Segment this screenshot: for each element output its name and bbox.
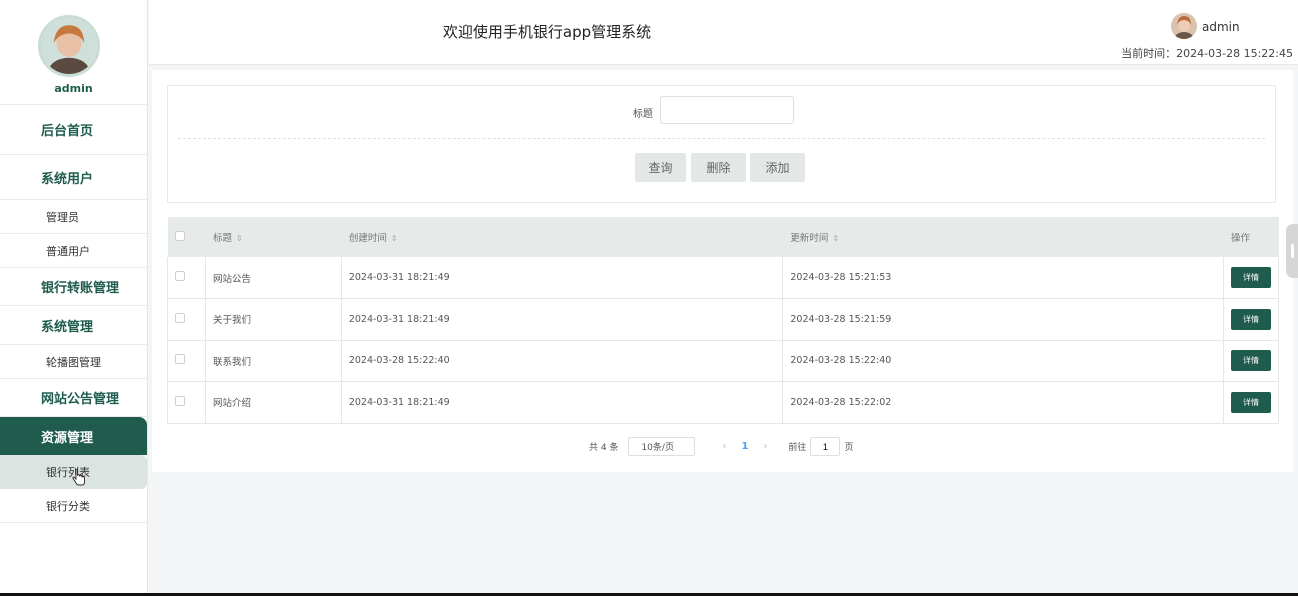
- detail-button[interactable]: 详情: [1230, 350, 1271, 372]
- header-created[interactable]: 创建时间 ⇕: [341, 217, 784, 257]
- sidebar-item-carousel[interactable]: 轮播图管理: [0, 345, 147, 379]
- header-created-label: 创建时间: [348, 233, 387, 244]
- table-row: 关于我们 2024-03-31 18:21:49 2024-03-28 15:2…: [167, 298, 1280, 341]
- sidebar-item-system-users[interactable]: 系统用户: [0, 155, 147, 200]
- search-form: 标题 查询 删除 添加: [167, 85, 1276, 203]
- query-button[interactable]: 查询: [635, 153, 686, 182]
- page-number-current[interactable]: 1: [741, 441, 748, 452]
- avatar[interactable]: [38, 15, 100, 77]
- row-updated: 2024-03-28 15:21:53: [782, 257, 1224, 299]
- main-panel: 标题 查询 删除 添加 标题 ⇕ 创建时间 ⇕ 更新时间 ⇕ 操作 网站公告 2024…: [152, 70, 1293, 472]
- header-title[interactable]: 标题 ⇕: [205, 217, 342, 257]
- header-updated[interactable]: 更新时间 ⇕: [782, 217, 1224, 257]
- select-all-checkbox[interactable]: [174, 230, 185, 241]
- sidebar-profile: admin: [0, 0, 147, 105]
- search-label: 标题: [633, 109, 653, 120]
- detail-button[interactable]: 详情: [1230, 391, 1271, 413]
- header-operation: 操作: [1223, 217, 1280, 257]
- pagination: 共 4 条 10条/页 ‹ 1 › 前往 页: [589, 437, 853, 456]
- row-action-cell: 详情: [1223, 298, 1280, 341]
- delete-button[interactable]: 删除: [691, 153, 746, 182]
- goto-page-input[interactable]: [810, 437, 841, 456]
- sort-caret-icon[interactable]: ⇕: [236, 234, 243, 243]
- sort-caret-icon[interactable]: ⇕: [832, 234, 839, 243]
- header-avatar[interactable]: [1171, 13, 1197, 39]
- row-title: 网站介绍: [205, 381, 342, 424]
- chevron-left-icon[interactable]: ‹: [722, 441, 726, 452]
- data-table: 标题 ⇕ 创建时间 ⇕ 更新时间 ⇕ 操作 网站公告 2024-03-31 18:21…: [167, 217, 1280, 424]
- current-time: 当前时间：2024-03-28 15:22:45: [1121, 47, 1293, 60]
- side-scroll-handle[interactable]: [1286, 224, 1298, 278]
- pager-total: 共 4 条: [589, 443, 619, 453]
- sidebar-item-system-manage[interactable]: 系统管理: [0, 306, 147, 345]
- header-title-label: 标题: [212, 233, 232, 244]
- header-username[interactable]: admin: [1202, 20, 1240, 34]
- sidebar-item-resource[interactable]: 资源管理: [0, 417, 147, 455]
- row-created: 2024-03-28 15:22:40: [341, 340, 784, 382]
- row-checkbox[interactable]: [175, 312, 185, 323]
- row-created: 2024-03-31 18:21:49: [341, 257, 784, 299]
- sidebar-item-bank-list[interactable]: 银行列表: [0, 455, 147, 489]
- row-checkbox-cell: [167, 381, 206, 424]
- sidebar-username: admin: [54, 82, 93, 95]
- row-title: 网站公告: [205, 257, 342, 299]
- sidebar: admin 后台首页 系统用户 管理员 普通用户 银行转账管理 系统管理 轮播图…: [0, 0, 148, 593]
- sidebar-item-admin[interactable]: 管理员: [0, 200, 147, 234]
- detail-button[interactable]: 详情: [1230, 267, 1271, 288]
- chevron-right-icon[interactable]: ›: [763, 441, 767, 452]
- row-updated: 2024-03-28 15:21:59: [782, 298, 1224, 341]
- row-updated: 2024-03-28 15:22:40: [782, 340, 1224, 382]
- row-checkbox-cell: [167, 257, 206, 299]
- row-checkbox[interactable]: [175, 354, 185, 365]
- page-title: 欢迎使用手机银行app管理系统: [442, 23, 652, 41]
- row-updated: 2024-03-28 15:22:02: [782, 381, 1224, 424]
- sort-caret-icon[interactable]: ⇕: [391, 234, 398, 243]
- sidebar-item-normal-user[interactable]: 普通用户: [0, 234, 147, 268]
- goto-label: 前往: [788, 443, 807, 453]
- row-created: 2024-03-31 18:21:49: [341, 298, 784, 341]
- sidebar-item-bank-transfer[interactable]: 银行转账管理: [0, 268, 147, 306]
- row-checkbox-cell: [167, 298, 206, 341]
- row-title: 关于我们: [205, 298, 342, 341]
- table-row: 网站介绍 2024-03-31 18:21:49 2024-03-28 15:2…: [167, 381, 1280, 424]
- detail-button[interactable]: 详情: [1230, 308, 1271, 330]
- page-size-select[interactable]: 10条/页: [628, 437, 696, 456]
- row-title: 联系我们: [205, 340, 342, 382]
- sidebar-item-announcement[interactable]: 网站公告管理: [0, 379, 147, 417]
- hand-pointer-icon: [72, 469, 85, 486]
- goto-suffix: 页: [844, 443, 854, 453]
- table-header-row: 标题 ⇕ 创建时间 ⇕ 更新时间 ⇕ 操作: [167, 217, 1280, 257]
- top-header: 欢迎使用手机银行app管理系统 admin 当前时间：2024-03-28 15…: [149, 0, 1298, 65]
- row-checkbox[interactable]: [175, 395, 185, 406]
- row-action-cell: 详情: [1223, 257, 1280, 299]
- table-row: 联系我们 2024-03-28 15:22:40 2024-03-28 15:2…: [167, 340, 1280, 382]
- row-checkbox-cell: [167, 340, 206, 382]
- add-button[interactable]: 添加: [750, 153, 805, 182]
- header-checkbox-cell: [167, 217, 206, 257]
- sidebar-item-home[interactable]: 后台首页: [0, 105, 147, 155]
- sidebar-item-bank-category[interactable]: 银行分类: [0, 489, 147, 523]
- table-row: 网站公告 2024-03-31 18:21:49 2024-03-28 15:2…: [167, 257, 1280, 299]
- header-updated-label: 更新时间: [790, 233, 829, 244]
- title-search-input[interactable]: [660, 96, 794, 124]
- row-created: 2024-03-31 18:21:49: [341, 381, 784, 424]
- divider: [178, 138, 1265, 139]
- row-checkbox[interactable]: [175, 271, 185, 281]
- row-action-cell: 详情: [1223, 340, 1280, 382]
- row-action-cell: 详情: [1223, 381, 1280, 424]
